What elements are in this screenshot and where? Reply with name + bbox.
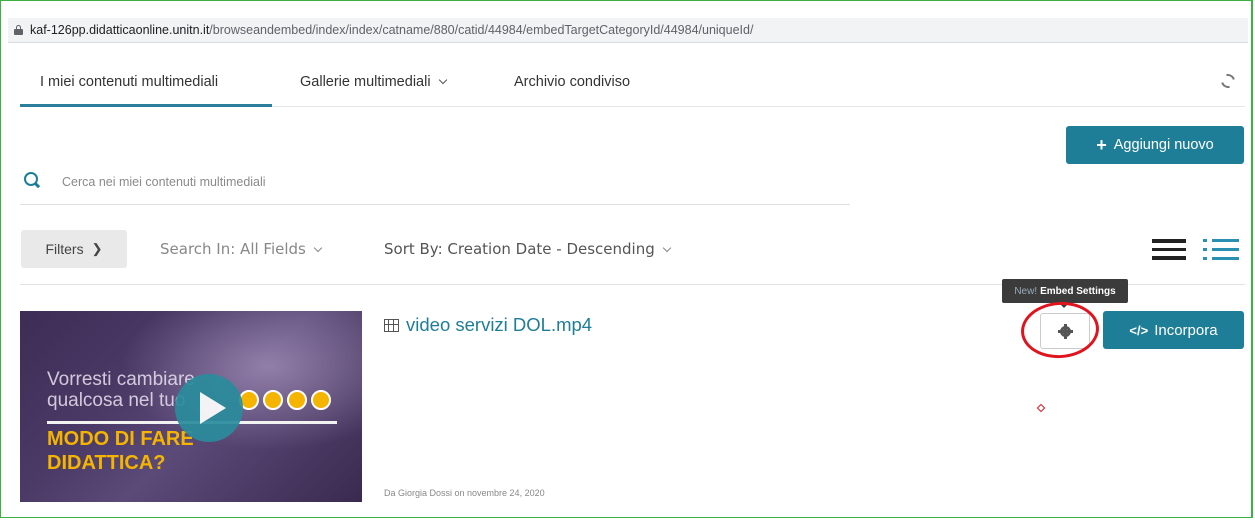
chevron-down-icon xyxy=(662,243,671,253)
tab-shared-repository[interactable]: Archivio condiviso xyxy=(514,74,630,90)
url-host: kaf-126pp.didatticaonline.unitn.it xyxy=(30,23,210,37)
search-in-dropdown[interactable]: Search In: All Fields xyxy=(160,240,323,258)
thumbnail-badge-icon xyxy=(311,390,331,410)
tab-label: Gallerie multimediali xyxy=(300,74,431,90)
video-icon xyxy=(384,318,399,332)
tab-media-galleries[interactable]: Gallerie multimediali xyxy=(300,74,447,90)
thumbnail-headline: MODO DI FARE DIDATTICA? xyxy=(47,428,194,474)
code-icon: </> xyxy=(1129,322,1149,338)
entry-meta: Da Giorgia Dossi on novembre 24, 2020 xyxy=(384,488,545,498)
entry-title: video servizi DOL.mp4 xyxy=(406,314,593,335)
active-tab-indicator xyxy=(20,104,272,107)
chevron-right-icon: ❯ xyxy=(91,241,103,256)
add-new-button[interactable]: + Aggiungi nuovo xyxy=(1066,126,1244,164)
embed-label: Incorpora xyxy=(1154,321,1218,339)
thumbnail-text: Vorresti cambiare qualcosa nel tuo xyxy=(47,369,195,411)
search-in-label: Search In: All Fields xyxy=(160,240,306,258)
filters-label: Filters xyxy=(45,241,84,257)
chevron-down-icon xyxy=(313,243,323,253)
entry-title-link[interactable]: video servizi DOL.mp4 xyxy=(384,314,592,336)
list-view-icon[interactable] xyxy=(1152,239,1186,261)
new-badge: New! xyxy=(1014,285,1038,297)
play-icon[interactable] xyxy=(175,374,243,442)
detailed-view-icon[interactable] xyxy=(1203,239,1239,261)
search-bar xyxy=(20,162,850,205)
sort-by-label: Sort By: Creation Date - Descending xyxy=(384,240,655,258)
gear-icon xyxy=(1058,324,1073,339)
sort-by-dropdown[interactable]: Sort By: Creation Date - Descending xyxy=(384,240,671,258)
tab-bar: I miei contenuti multimediali Gallerie m… xyxy=(20,46,1245,107)
plus-icon: + xyxy=(1096,135,1107,155)
search-input[interactable] xyxy=(60,170,764,194)
add-new-label: Aggiungi nuovo xyxy=(1113,137,1214,153)
search-icon[interactable] xyxy=(24,172,38,186)
embed-settings-button[interactable] xyxy=(1040,313,1090,349)
thumbnail-badge-icon xyxy=(263,390,283,410)
thumbnail-badge-icon xyxy=(287,390,307,410)
chevron-down-icon xyxy=(438,75,447,85)
url-path: /browseandembed/index/index/catname/880/… xyxy=(209,23,754,37)
embed-button[interactable]: </> Incorpora xyxy=(1103,311,1244,349)
tab-my-media[interactable]: I miei contenuti multimediali xyxy=(40,74,218,90)
video-thumbnail[interactable]: Vorresti cambiare qualcosa nel tuo MODO … xyxy=(20,311,362,502)
filters-button[interactable]: Filters ❯ xyxy=(21,230,127,268)
refresh-icon[interactable] xyxy=(1218,71,1238,91)
embed-settings-tooltip: New! Embed Settings xyxy=(1002,279,1128,308)
tooltip-text: Embed Settings xyxy=(1040,285,1116,297)
lock-icon xyxy=(14,25,23,35)
address-bar[interactable]: kaf-126pp.didatticaonline.unitn.it/brows… xyxy=(8,18,1248,43)
